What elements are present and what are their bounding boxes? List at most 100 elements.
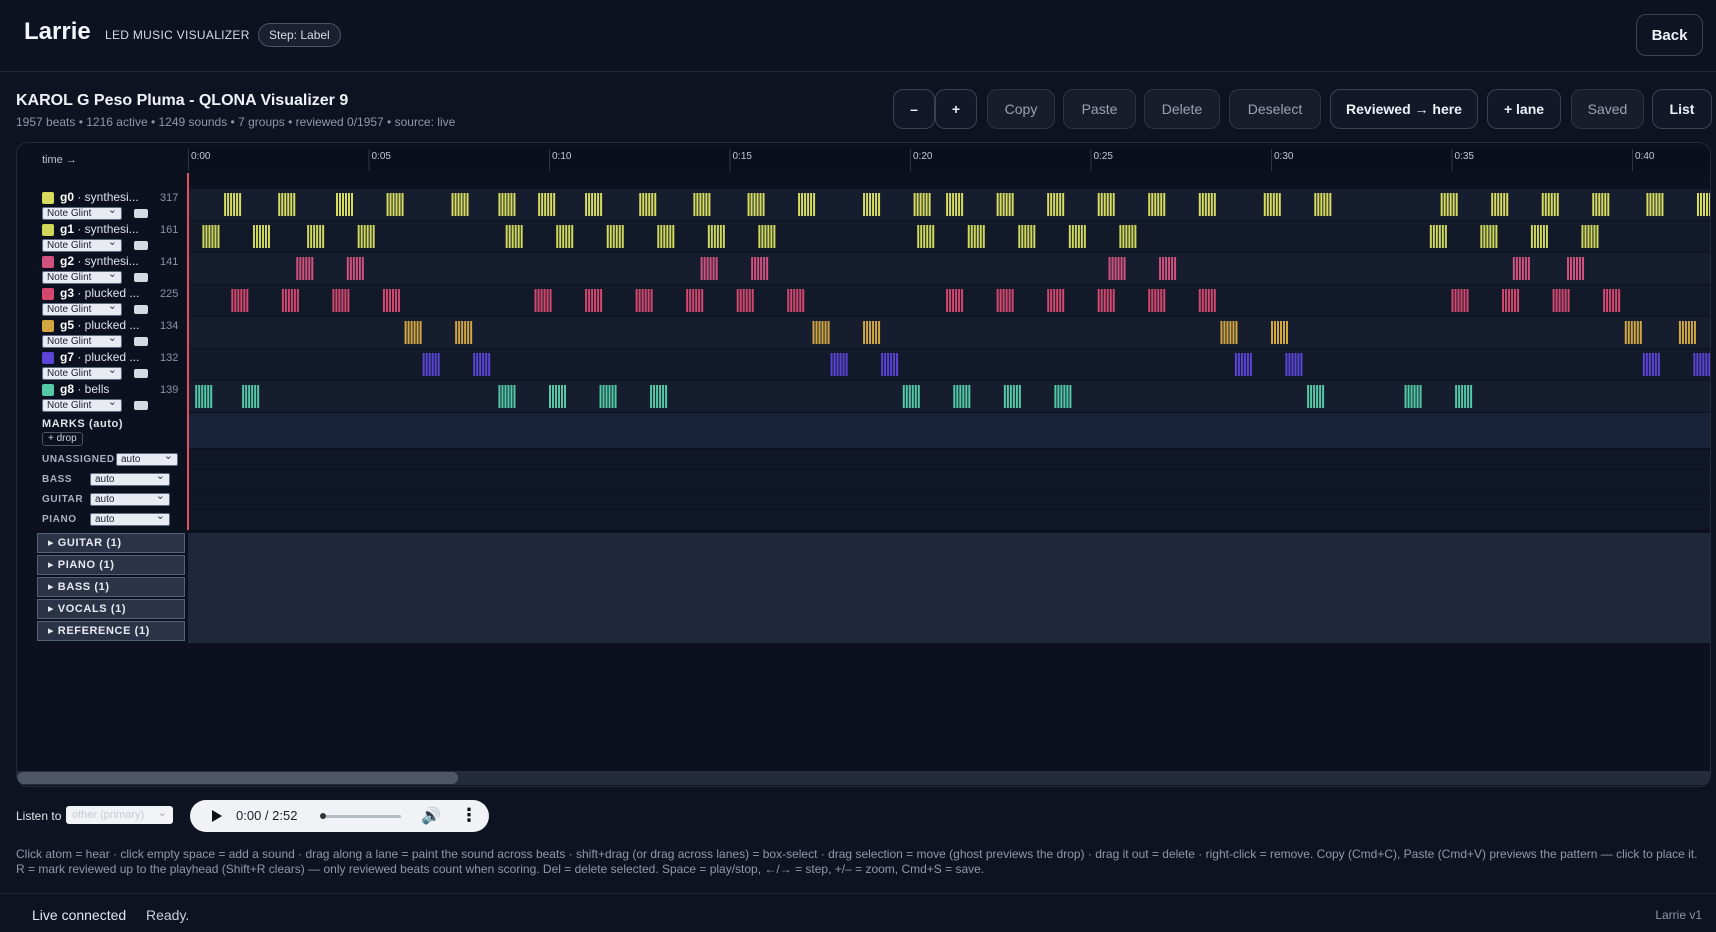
beat-atom[interactable]	[1627, 321, 1630, 344]
beat-atom[interactable]	[1564, 289, 1567, 312]
beat-atom[interactable]	[316, 225, 319, 248]
beat-atom[interactable]	[366, 225, 369, 248]
beat-atom[interactable]	[824, 321, 827, 344]
beat-atom[interactable]	[338, 289, 341, 312]
beat-atom[interactable]	[290, 193, 293, 216]
beat-atom[interactable]	[949, 193, 952, 216]
beat-atom[interactable]	[959, 385, 962, 408]
beat-atom[interactable]	[1018, 225, 1021, 248]
beat-atom[interactable]	[916, 193, 919, 216]
beat-atom[interactable]	[1063, 385, 1066, 408]
beat-atom[interactable]	[504, 385, 507, 408]
beat-atom[interactable]	[707, 225, 710, 248]
beat-atom[interactable]	[246, 289, 249, 312]
beat-atom[interactable]	[836, 353, 839, 376]
beat-atom[interactable]	[693, 193, 696, 216]
beat-atom[interactable]	[473, 353, 476, 376]
beat-atom[interactable]	[815, 321, 818, 344]
beat-atom[interactable]	[1112, 289, 1115, 312]
beat-atom[interactable]	[1057, 385, 1060, 408]
beat-atom[interactable]	[1492, 225, 1495, 248]
beat-atom[interactable]	[1489, 225, 1492, 248]
beat-atom[interactable]	[305, 257, 308, 280]
beat-atom[interactable]	[416, 321, 419, 344]
beat-atom[interactable]	[1555, 289, 1558, 312]
beat-atom[interactable]	[869, 193, 872, 216]
beat-atom[interactable]	[413, 321, 416, 344]
beat-atom[interactable]	[404, 321, 407, 344]
category-mode-select[interactable]: auto	[90, 491, 170, 506]
beat-atom[interactable]	[982, 225, 985, 248]
beat-atom[interactable]	[332, 289, 335, 312]
beat-atom[interactable]	[1494, 193, 1497, 216]
beat-atom[interactable]	[761, 225, 764, 248]
beat-atom[interactable]	[410, 321, 413, 344]
beat-atom[interactable]	[653, 385, 656, 408]
beat-atom[interactable]	[635, 289, 638, 312]
beat-atom[interactable]	[1497, 193, 1500, 216]
lane-color-swatch[interactable]	[42, 192, 54, 204]
beat-atom[interactable]	[611, 385, 614, 408]
beat-atom[interactable]	[1630, 321, 1633, 344]
lane-color-swatch[interactable]	[42, 320, 54, 332]
beat-atom[interactable]	[650, 289, 653, 312]
beat-atom[interactable]	[239, 193, 242, 216]
beat-atom[interactable]	[510, 385, 513, 408]
beat-atom[interactable]	[1601, 193, 1604, 216]
beat-atom[interactable]	[549, 289, 552, 312]
beat-atom[interactable]	[1681, 321, 1684, 344]
beat-atom[interactable]	[1012, 385, 1015, 408]
beat-atom[interactable]	[1642, 353, 1645, 376]
beat-atom[interactable]	[1413, 385, 1416, 408]
beat-atom[interactable]	[1435, 225, 1438, 248]
beat-atom[interactable]	[1544, 193, 1547, 216]
beat-atom[interactable]	[204, 385, 207, 408]
beat-atom[interactable]	[1100, 289, 1103, 312]
beat-atom[interactable]	[1702, 353, 1705, 376]
beat-atom[interactable]	[1690, 321, 1693, 344]
category-row[interactable]	[188, 510, 1711, 529]
beat-atom[interactable]	[1213, 289, 1216, 312]
beat-atom[interactable]	[1263, 193, 1266, 216]
beat-atom[interactable]	[875, 321, 878, 344]
beat-atom[interactable]	[234, 289, 237, 312]
beat-atom[interactable]	[609, 225, 612, 248]
beat-atom[interactable]	[926, 225, 929, 248]
beat-atom[interactable]	[434, 353, 437, 376]
beat-atom[interactable]	[1015, 385, 1018, 408]
beat-atom[interactable]	[869, 321, 872, 344]
beat-atom[interactable]	[1455, 385, 1458, 408]
beat-atom[interactable]	[920, 225, 923, 248]
beat-atom[interactable]	[1120, 257, 1123, 280]
saved-status-button[interactable]: Saved	[1571, 89, 1644, 129]
beat-atom[interactable]	[585, 193, 588, 216]
beat-atom[interactable]	[1646, 193, 1649, 216]
beat-atom[interactable]	[345, 193, 348, 216]
category-mode-select[interactable]: auto	[90, 511, 170, 526]
category-mode-select[interactable]: auto	[90, 471, 170, 486]
beat-atom[interactable]	[585, 289, 588, 312]
beat-atom[interactable]	[1148, 289, 1151, 312]
beat-atom[interactable]	[1483, 225, 1486, 248]
beat-atom[interactable]	[1056, 193, 1059, 216]
beat-atom[interactable]	[1223, 321, 1226, 344]
beat-atom[interactable]	[875, 193, 878, 216]
lane-effect-select[interactable]: Note Glint	[42, 205, 122, 220]
beat-atom[interactable]	[699, 193, 702, 216]
beat-atom[interactable]	[1103, 193, 1106, 216]
beat-atom[interactable]	[968, 385, 971, 408]
beat-atom[interactable]	[961, 193, 964, 216]
beat-atom[interactable]	[1106, 289, 1109, 312]
beat-atom[interactable]	[1480, 225, 1483, 248]
beat-atom[interactable]	[319, 225, 322, 248]
beat-atom[interactable]	[1440, 193, 1443, 216]
beat-atom[interactable]	[517, 225, 520, 248]
beat-atom[interactable]	[925, 193, 928, 216]
beat-atom[interactable]	[264, 225, 267, 248]
beat-atom[interactable]	[1419, 385, 1422, 408]
beat-atom[interactable]	[1319, 385, 1322, 408]
beat-atom[interactable]	[654, 193, 657, 216]
beat-atom[interactable]	[922, 193, 925, 216]
beat-atom[interactable]	[1024, 225, 1027, 248]
beat-atom[interactable]	[1068, 225, 1071, 248]
